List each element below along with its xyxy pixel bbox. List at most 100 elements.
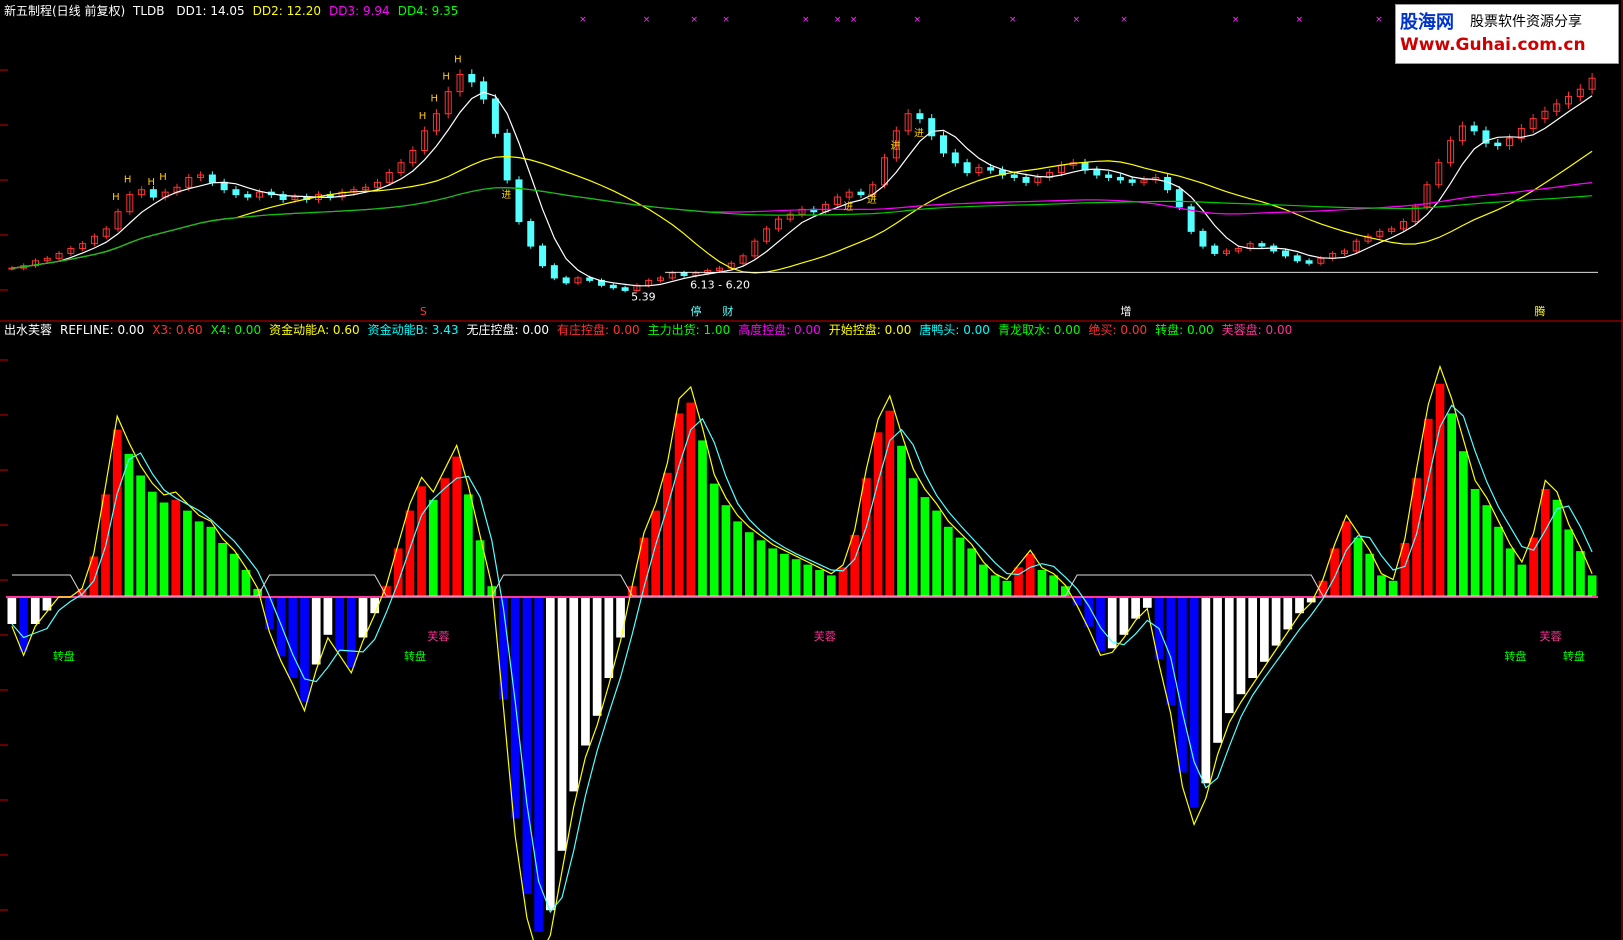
event-marker: 腾	[1534, 304, 1545, 318]
candle-body	[527, 221, 535, 247]
indicator-bar	[990, 575, 1000, 597]
indicator-bar	[171, 499, 181, 597]
indicator-bar	[1201, 597, 1211, 784]
candlestick-series	[8, 69, 1596, 293]
candle-body	[1470, 125, 1478, 132]
indicator-bar	[1341, 521, 1351, 597]
indicator-bar	[1178, 597, 1187, 773]
candle-body	[244, 194, 252, 198]
indicator-bar	[721, 505, 731, 597]
ma-line-5	[11, 91, 1593, 287]
energy-line-a	[11, 364, 1593, 940]
indicator-bar	[815, 570, 824, 597]
candle-body	[1211, 245, 1219, 254]
indicator-bars	[6, 383, 1598, 932]
indicator-bar	[1002, 580, 1012, 597]
signal-h-label: H	[112, 192, 120, 203]
indicator-bar	[967, 548, 977, 597]
indicator-bar	[147, 491, 157, 597]
candle-body	[1494, 142, 1502, 147]
sub-signal-label: 转盘	[53, 649, 75, 663]
sub-header-value-11: 唐鸭头: 0.00	[919, 323, 990, 337]
indicator-bar	[545, 597, 555, 911]
signal-x-marker: ×	[913, 15, 921, 25]
candle-body	[609, 284, 617, 289]
logo-line1: 股海网	[1400, 12, 1454, 33]
indicator-bar	[674, 413, 684, 597]
sub-header-value-7: 有庄控盘: 0.00	[557, 323, 640, 337]
indicator-bar	[124, 453, 134, 597]
signal-markers: 5.396.13 - 6.20S停财增腾×××××××××××××××HHHHH…	[112, 15, 1598, 318]
indicator-bar	[780, 553, 789, 597]
moving-average-lines	[11, 91, 1593, 287]
candle-body	[1258, 243, 1266, 247]
signal-x-marker: ×	[1296, 15, 1304, 25]
indicator-bar	[698, 440, 707, 597]
candle-body	[1105, 174, 1113, 178]
indicator-bar	[1119, 597, 1129, 635]
sub-header-value-0: 出水芙蓉	[4, 323, 53, 337]
indicator-bar	[417, 486, 426, 597]
event-marker: S	[420, 305, 427, 318]
indicator-bar	[686, 402, 696, 597]
sub-header-value-2: X3: 0.60	[152, 323, 203, 337]
indicator-bar	[1353, 537, 1363, 597]
candle-body	[515, 179, 523, 223]
indicator-bar	[1482, 505, 1492, 597]
indicator-bar	[873, 432, 883, 597]
indicator-bar	[826, 575, 836, 597]
indicator-bar	[1587, 575, 1597, 597]
main-header-value-3: DD4: 9.35	[397, 4, 459, 18]
candle-body	[680, 272, 688, 276]
signal-h-label: H	[431, 94, 439, 105]
candle-body	[987, 167, 995, 171]
low-price-label: 5.39	[631, 290, 656, 303]
signal-x-marker: ×	[1009, 15, 1017, 25]
sub-header-value-1: REFLINE: 0.00	[60, 323, 145, 337]
indicator-bar	[112, 429, 122, 597]
indicator-bar	[838, 567, 848, 597]
signal-x-marker: ×	[834, 15, 842, 25]
main-header-value-2: DD3: 9.94	[329, 4, 390, 18]
candle-body	[468, 74, 476, 83]
indicator-bar	[1271, 597, 1281, 646]
indicator-bar	[1189, 597, 1199, 808]
candle-body	[491, 98, 499, 134]
indicator-bar	[1131, 597, 1140, 619]
sub-header-value-14: 转盘: 0.00	[1155, 323, 1214, 337]
candle-body	[539, 245, 547, 267]
sub-signal-label: 芙蓉	[1539, 629, 1561, 643]
indicator-bar	[1224, 597, 1234, 714]
indicator-bar	[183, 510, 192, 597]
sub-header: 出水芙蓉 REFLINE: 0.00 X3: 0.60 X4: 0.00 资金动能A: …	[4, 323, 1300, 337]
main-header-value-0: DD1: 14.05	[176, 4, 245, 18]
indicator-bar	[7, 597, 17, 624]
indicator-bar	[1236, 597, 1246, 695]
indicator-bar	[979, 564, 988, 597]
indicator-bar	[803, 564, 813, 597]
logo-line2: 股票软件资源分享	[1470, 14, 1582, 30]
candle-body	[1164, 176, 1172, 191]
indicator-bar	[920, 497, 930, 597]
candle-body	[1281, 250, 1289, 257]
candle-body	[1128, 179, 1136, 183]
indicator-bar	[206, 526, 216, 597]
indicator-bar	[1365, 553, 1375, 597]
indicator-bar	[1576, 551, 1585, 597]
indicator-bar	[1388, 580, 1398, 597]
candle-body	[1305, 260, 1313, 264]
event-marker: 财	[722, 304, 733, 318]
indicator-bar	[194, 521, 204, 597]
signal-x-marker: ×	[1120, 15, 1128, 25]
sub-header-value-5: 资金动能B: 3.43	[367, 323, 459, 337]
sub-header-value-4: 资金动能A: 0.60	[269, 323, 360, 337]
signal-h-label: H	[148, 177, 156, 188]
indicator-bar	[300, 597, 309, 703]
signal-h-label: H	[419, 111, 427, 122]
event-marker: 增	[1120, 304, 1131, 318]
indicator-bar	[1330, 548, 1339, 597]
sub-header-value-6: 无庄控盘: 0.00	[466, 323, 550, 337]
ma-line-120	[11, 187, 1593, 269]
indicator-bar	[136, 475, 145, 597]
chart-title: 新五制程(日线 前复权)	[4, 4, 126, 18]
